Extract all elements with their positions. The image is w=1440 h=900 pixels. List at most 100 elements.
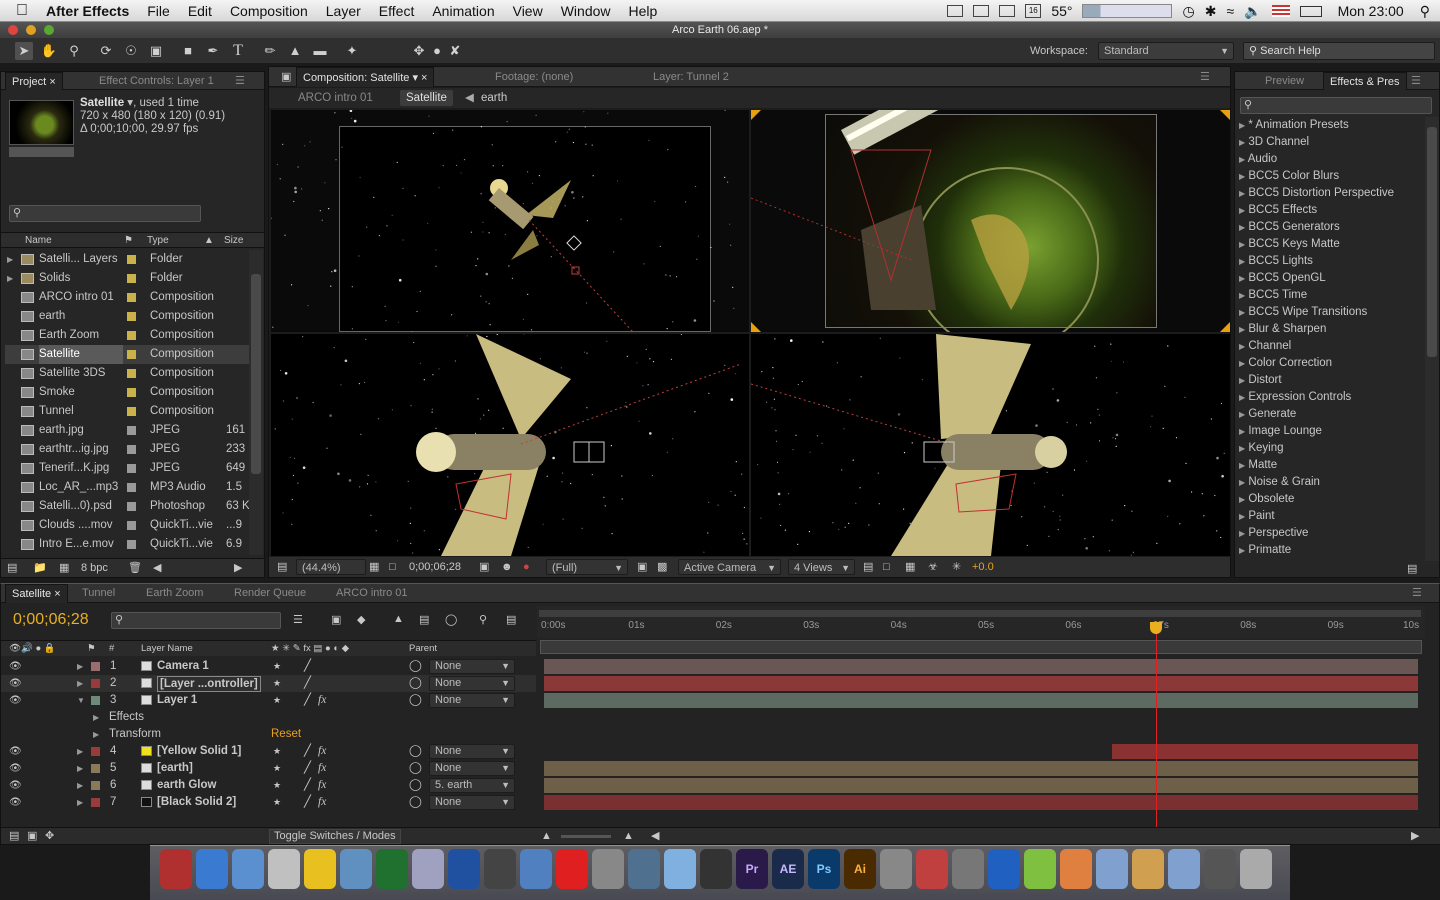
quality-switch-icon[interactable]: ╱ bbox=[304, 743, 311, 760]
effect-category[interactable]: ▶ BCC5 Wipe Transitions bbox=[1239, 304, 1411, 321]
layer-duration-bar[interactable] bbox=[544, 778, 1418, 793]
disclosure-triangle-icon[interactable]: ▶ bbox=[1239, 189, 1245, 198]
effect-category[interactable]: ▶ BCC5 Lights bbox=[1239, 253, 1411, 270]
layer-name[interactable]: [Yellow Solid 1] bbox=[157, 743, 241, 760]
label-column-icon[interactable]: ⚑ bbox=[124, 233, 133, 248]
flag-icon[interactable] bbox=[1271, 5, 1290, 17]
spotlight-icon[interactable]: ⚲ bbox=[1420, 3, 1430, 20]
shy-switch-icon[interactable]: ★ bbox=[273, 777, 281, 794]
wifi-icon[interactable]: ≈ bbox=[1226, 3, 1234, 19]
label-color-swatch[interactable] bbox=[127, 426, 136, 435]
timeline-layer-row[interactable]: ▶ Transform Reset bbox=[1, 726, 536, 743]
disclosure-triangle-icon[interactable]: ▶ bbox=[1239, 546, 1245, 555]
dock-word-icon[interactable] bbox=[988, 849, 1020, 889]
always-preview-icon[interactable]: ▤ bbox=[277, 557, 287, 577]
in-out-pane-icon[interactable]: ✥ bbox=[45, 828, 54, 845]
project-item[interactable]: Satelli...0).psd Photoshop 63 K bbox=[5, 497, 250, 516]
magnification-dropdown[interactable]: (44.4%) bbox=[296, 559, 366, 575]
dock-illustrator-icon[interactable]: Ai bbox=[844, 849, 876, 889]
clone-stamp-tool-icon[interactable]: ▲ bbox=[286, 42, 304, 60]
earth-satellite-closeup[interactable] bbox=[751, 110, 1230, 332]
dock-after-effects-icon[interactable]: AE bbox=[772, 849, 804, 889]
scrollbar-thumb[interactable] bbox=[1427, 127, 1437, 357]
shy-switch-icon[interactable]: ★ bbox=[273, 743, 281, 760]
viewer-bottom-right[interactable] bbox=[751, 334, 1230, 556]
time-ruler[interactable]: 0:00s01s02s03s04s05s06s07s08s09s10s bbox=[537, 606, 1425, 638]
close-window-button[interactable] bbox=[8, 25, 18, 35]
dock-network-icon[interactable] bbox=[1024, 849, 1056, 889]
dock-documents-icon[interactable] bbox=[1132, 849, 1164, 889]
project-item[interactable]: Satellite 3DS Composition bbox=[5, 364, 249, 383]
dock-finder-drive-icon[interactable] bbox=[340, 849, 372, 889]
disclosure-triangle-icon[interactable]: ▶ bbox=[1239, 223, 1245, 232]
apple-icon[interactable]:  bbox=[0, 2, 40, 20]
parent-pickwhip-icon[interactable]: ◯ bbox=[409, 692, 422, 709]
layer-label-color[interactable] bbox=[91, 781, 100, 790]
menu-effect[interactable]: Effect bbox=[370, 3, 424, 19]
parent-dropdown[interactable]: None ▼ bbox=[429, 693, 515, 708]
tab-footage[interactable]: Footage: (none) bbox=[489, 67, 579, 85]
screen-icon[interactable] bbox=[947, 5, 964, 17]
dock-rf4-icon[interactable] bbox=[448, 849, 480, 889]
scrollbar-thumb[interactable] bbox=[251, 274, 261, 474]
col-layer-name[interactable]: Layer Name bbox=[141, 641, 193, 657]
label-color-swatch[interactable] bbox=[127, 502, 136, 511]
panel-menu-icon[interactable]: ☰ bbox=[1406, 584, 1428, 602]
axis-mode-icon[interactable]: ✥ bbox=[410, 42, 428, 60]
parent-dropdown[interactable]: None ▼ bbox=[429, 676, 515, 691]
label-color-swatch[interactable] bbox=[127, 540, 136, 549]
col-size[interactable]: Size bbox=[224, 233, 243, 248]
layer-name[interactable]: [earth] bbox=[157, 760, 193, 777]
dock-photoshop-icon[interactable]: Ps bbox=[808, 849, 840, 889]
hand-tool-icon[interactable]: ✋ bbox=[40, 42, 58, 60]
disclosure-triangle-icon[interactable]: ▶ bbox=[1239, 495, 1245, 504]
project-item[interactable]: ▶ Satelli... Layers Folder bbox=[5, 250, 249, 269]
disclosure-triangle-icon[interactable]: ▶ bbox=[7, 250, 13, 269]
close-tab-icon[interactable]: × bbox=[54, 588, 60, 600]
dock-disk-utility-icon[interactable] bbox=[880, 849, 912, 889]
layer-duration-bar[interactable] bbox=[544, 693, 1418, 708]
panel-menu-icon[interactable]: ☰ bbox=[229, 72, 251, 90]
quality-switch-icon[interactable]: ╱ bbox=[304, 692, 311, 709]
timeline-search-input[interactable]: ⚲ bbox=[111, 612, 281, 629]
pen-tool-icon[interactable]: ✒ bbox=[204, 42, 222, 60]
fx-switch-icon[interactable]: fx bbox=[318, 777, 326, 794]
effect-category[interactable]: ▶ BCC5 Time bbox=[1239, 287, 1411, 304]
fx-switch-icon[interactable]: fx bbox=[318, 692, 326, 709]
parent-pickwhip-icon[interactable]: ◯ bbox=[409, 777, 422, 794]
playhead[interactable] bbox=[1155, 622, 1157, 827]
calendar-icon[interactable]: 16 bbox=[1025, 4, 1042, 18]
dock-launcher-icon[interactable] bbox=[520, 849, 552, 889]
view-axis-icon[interactable]: ✘ bbox=[446, 42, 464, 60]
parent-pickwhip-icon[interactable]: ◯ bbox=[409, 760, 422, 777]
graph-editor-icon[interactable]: ▤ bbox=[506, 613, 516, 626]
quality-switch-icon[interactable]: ╱ bbox=[304, 658, 311, 675]
viewer-top-right[interactable] bbox=[751, 110, 1230, 332]
tab-render-queue[interactable]: Render Queue bbox=[228, 584, 312, 602]
effect-category[interactable]: ▶ Blur & Sharpen bbox=[1239, 321, 1411, 338]
layer-duration-bar[interactable] bbox=[544, 795, 1418, 810]
effect-category[interactable]: ▶ Keying bbox=[1239, 440, 1411, 457]
disclosure-triangle-icon[interactable]: ▶ bbox=[1239, 308, 1245, 317]
dock-audio-app-icon[interactable] bbox=[412, 849, 444, 889]
timeline-icon[interactable]: ▦ bbox=[905, 557, 915, 577]
disclosure-triangle-icon[interactable]: ▶ bbox=[1239, 172, 1245, 181]
orbit-camera-tool-icon[interactable]: ☉ bbox=[122, 42, 140, 60]
effect-category[interactable]: ▶ Color Correction bbox=[1239, 355, 1411, 372]
parent-dropdown[interactable]: None ▼ bbox=[429, 761, 515, 776]
visibility-eye-icon[interactable]: 👁 bbox=[9, 760, 22, 777]
project-item[interactable]: Earth Zoom Composition bbox=[5, 326, 249, 345]
battery-icon[interactable] bbox=[1299, 5, 1322, 17]
tab-project[interactable]: Project × bbox=[5, 72, 63, 90]
timeline-layer-row[interactable]: 👁 ▶ 5 [earth] ★ ╱ fx ◯ None ▼ bbox=[1, 760, 536, 777]
channel-icon[interactable]: ● bbox=[523, 557, 530, 577]
effect-category[interactable]: ▶ BCC5 Distortion Perspective bbox=[1239, 185, 1411, 202]
tab-timeline-earth-zoom[interactable]: Earth Zoom bbox=[140, 584, 209, 602]
show-snapshot-icon[interactable]: ☻ bbox=[501, 557, 513, 577]
timeline-layer-row[interactable]: 👁 ▶ 4 [Yellow Solid 1] ★ ╱ fx ◯ None ▼ bbox=[1, 743, 536, 760]
tab-effect-controls[interactable]: Effect Controls: Layer 1 bbox=[93, 72, 220, 90]
project-item[interactable]: earthtr...ig.jpg JPEG 233 bbox=[5, 440, 249, 459]
label-color-swatch[interactable] bbox=[127, 407, 136, 416]
zoom-in-icon[interactable]: ▲ bbox=[623, 828, 634, 845]
timeline-layer-row[interactable]: 👁 ▶ 1 Camera 1 ★ ╱ ◯ None ▼ bbox=[1, 658, 536, 675]
